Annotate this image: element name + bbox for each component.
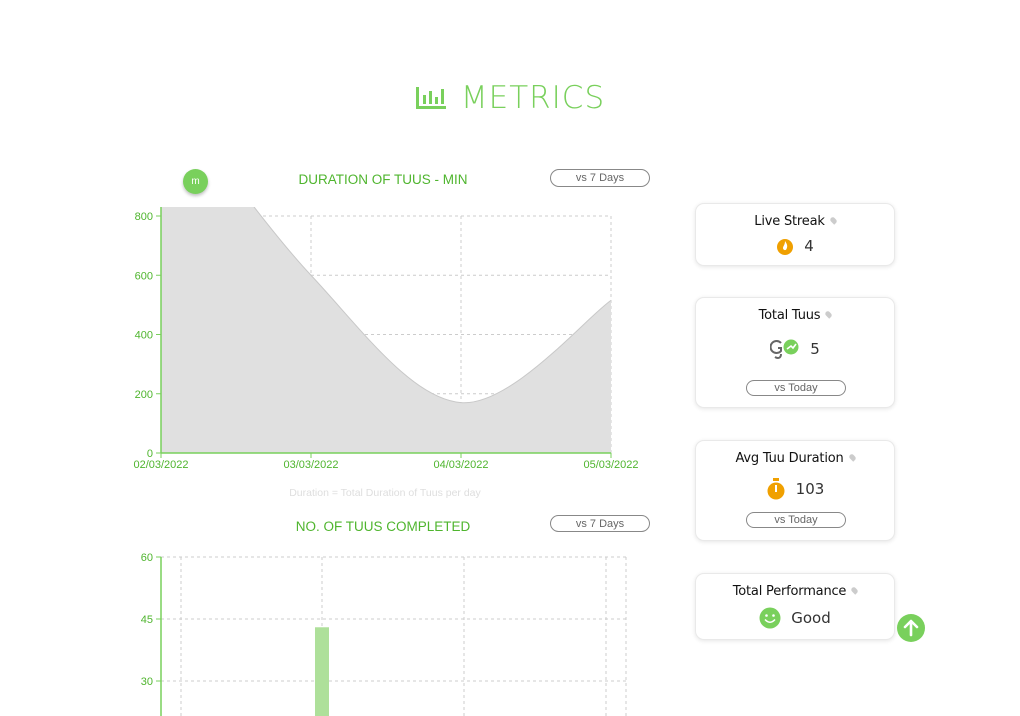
x-tick-label: 05/03/2022 xyxy=(583,459,638,471)
duration-area xyxy=(161,207,611,453)
y-tick-label: 200 xyxy=(135,389,153,401)
avg-duration-card: Avg Tuu Duration 103 vs Today xyxy=(695,440,895,541)
total-tuus-title: Total Tuus xyxy=(758,308,821,323)
x-tick-label: 04/03/2022 xyxy=(433,459,488,471)
stopwatch-icon xyxy=(767,478,785,500)
page-title: METRICS xyxy=(460,80,606,116)
y-tick-label: 800 xyxy=(135,211,153,223)
total-performance-card: Total Performance Good xyxy=(695,573,895,640)
tuus-compare-button[interactable]: vs 7 Days xyxy=(550,515,650,532)
avg-duration-value: 103 xyxy=(795,480,825,498)
x-tick-label: 03/03/2022 xyxy=(283,459,338,471)
y-tick-label: 60 xyxy=(141,552,153,564)
total-performance-title: Total Performance xyxy=(732,584,847,599)
smiley-icon xyxy=(759,607,781,629)
duration-chart-caption: Duration = Total Duration of Tuus per da… xyxy=(289,487,481,499)
avatar[interactable]: m xyxy=(183,169,208,194)
x-tick-label: 02/03/2022 xyxy=(133,459,188,471)
y-tick-label: 0 xyxy=(147,448,153,460)
scroll-to-top-button[interactable] xyxy=(897,614,925,642)
y-tick-label: 45 xyxy=(141,614,153,626)
info-pin-icon xyxy=(847,453,857,462)
go-icon xyxy=(770,339,799,359)
avg-duration-compare-button[interactable]: vs Today xyxy=(746,512,846,528)
total-tuus-compare-button[interactable]: vs Today xyxy=(746,380,846,396)
live-streak-card: Live Streak 4 xyxy=(695,203,895,266)
duration-compare-button[interactable]: vs 7 Days xyxy=(550,169,650,187)
y-tick-label: 600 xyxy=(135,270,153,282)
info-pin-icon xyxy=(824,310,834,319)
total-tuus-card: Total Tuus 5 vs Today xyxy=(695,297,895,408)
info-pin-icon xyxy=(850,586,859,595)
bar-chart-icon xyxy=(415,87,446,109)
live-streak-value: 4 xyxy=(804,237,814,255)
duration-chart-title: DURATION OF TUUS - MIN xyxy=(298,172,468,187)
total-tuus-value: 5 xyxy=(810,340,820,358)
flame-icon xyxy=(777,239,794,255)
y-tick-label: 30 xyxy=(141,676,153,688)
page-header: METRICS xyxy=(0,78,1020,118)
avg-duration-title: Avg Tuu Duration xyxy=(735,451,844,466)
live-streak-title: Live Streak xyxy=(754,214,825,229)
bar xyxy=(315,627,329,716)
tuus-chart-title: NO. OF TUUS COMPLETED xyxy=(295,519,471,534)
arrow-up-icon xyxy=(903,619,919,637)
total-performance-value: Good xyxy=(791,609,831,627)
info-pin-icon xyxy=(828,216,838,225)
y-tick-label: 400 xyxy=(135,330,153,342)
duration-line xyxy=(253,207,611,404)
